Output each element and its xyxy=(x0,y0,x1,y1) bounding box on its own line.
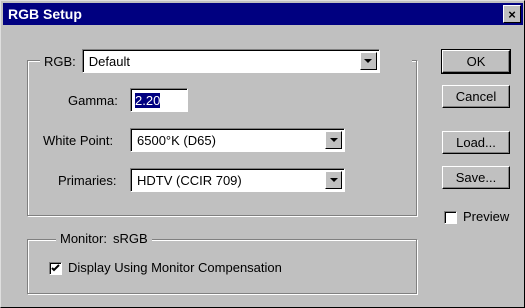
preview-checkbox[interactable] xyxy=(444,211,457,224)
rgb-dropdown[interactable]: Default xyxy=(81,49,380,73)
cancel-button-label: Cancel xyxy=(455,89,497,104)
monitor-legend: Monitor: sRGB xyxy=(56,231,152,246)
white-point-dropdown-button[interactable] xyxy=(325,131,342,149)
white-point-label: White Point: xyxy=(43,133,114,148)
close-icon: × xyxy=(508,6,516,22)
save-button-label: Save... xyxy=(455,170,497,185)
rgb-label: RGB: xyxy=(44,53,76,69)
close-button[interactable]: × xyxy=(503,5,521,23)
gamma-input[interactable]: 2.20 xyxy=(130,88,188,112)
window-title: RGB Setup xyxy=(8,6,82,22)
load-button[interactable]: Load... xyxy=(442,131,510,154)
primaries-dropdown[interactable]: HDTV (CCIR 709) xyxy=(130,168,345,192)
title-bar[interactable]: RGB Setup × xyxy=(3,3,523,25)
rgb-setup-dialog: RGB Setup × RGB: Default Gamma: 2.20 Whi… xyxy=(0,0,525,308)
load-button-label: Load... xyxy=(456,135,496,150)
ok-button[interactable]: OK xyxy=(441,49,511,74)
chevron-down-icon xyxy=(329,138,338,142)
monitor-name: sRGB xyxy=(112,231,148,246)
rgb-legend: RGB: Default xyxy=(40,48,412,74)
checkmark-icon xyxy=(51,264,60,272)
cancel-button[interactable]: Cancel xyxy=(442,85,510,108)
monitor-compensation-checkbox[interactable] xyxy=(49,262,62,275)
monitor-compensation-label[interactable]: Display Using Monitor Compensation xyxy=(68,260,282,275)
white-point-dropdown[interactable]: 6500°K (D65) xyxy=(130,128,345,152)
rgb-dropdown-button[interactable] xyxy=(359,52,377,70)
primaries-value: HDTV (CCIR 709) xyxy=(137,173,242,188)
primaries-dropdown-button[interactable] xyxy=(325,171,342,189)
monitor-group: Monitor: sRGB Display Using Monitor Comp… xyxy=(27,231,417,294)
gamma-label: Gamma: xyxy=(68,93,118,108)
preview-label[interactable]: Preview xyxy=(463,209,509,224)
rgb-dropdown-value: Default xyxy=(88,54,130,69)
gamma-value: 2.20 xyxy=(135,93,161,108)
white-point-value: 6500°K (D65) xyxy=(137,133,216,148)
monitor-label: Monitor: xyxy=(60,231,107,246)
chevron-down-icon xyxy=(364,59,373,63)
save-button[interactable]: Save... xyxy=(442,166,510,189)
chevron-down-icon xyxy=(329,178,338,182)
ok-button-label: OK xyxy=(466,54,486,69)
primaries-label: Primaries: xyxy=(58,173,117,188)
